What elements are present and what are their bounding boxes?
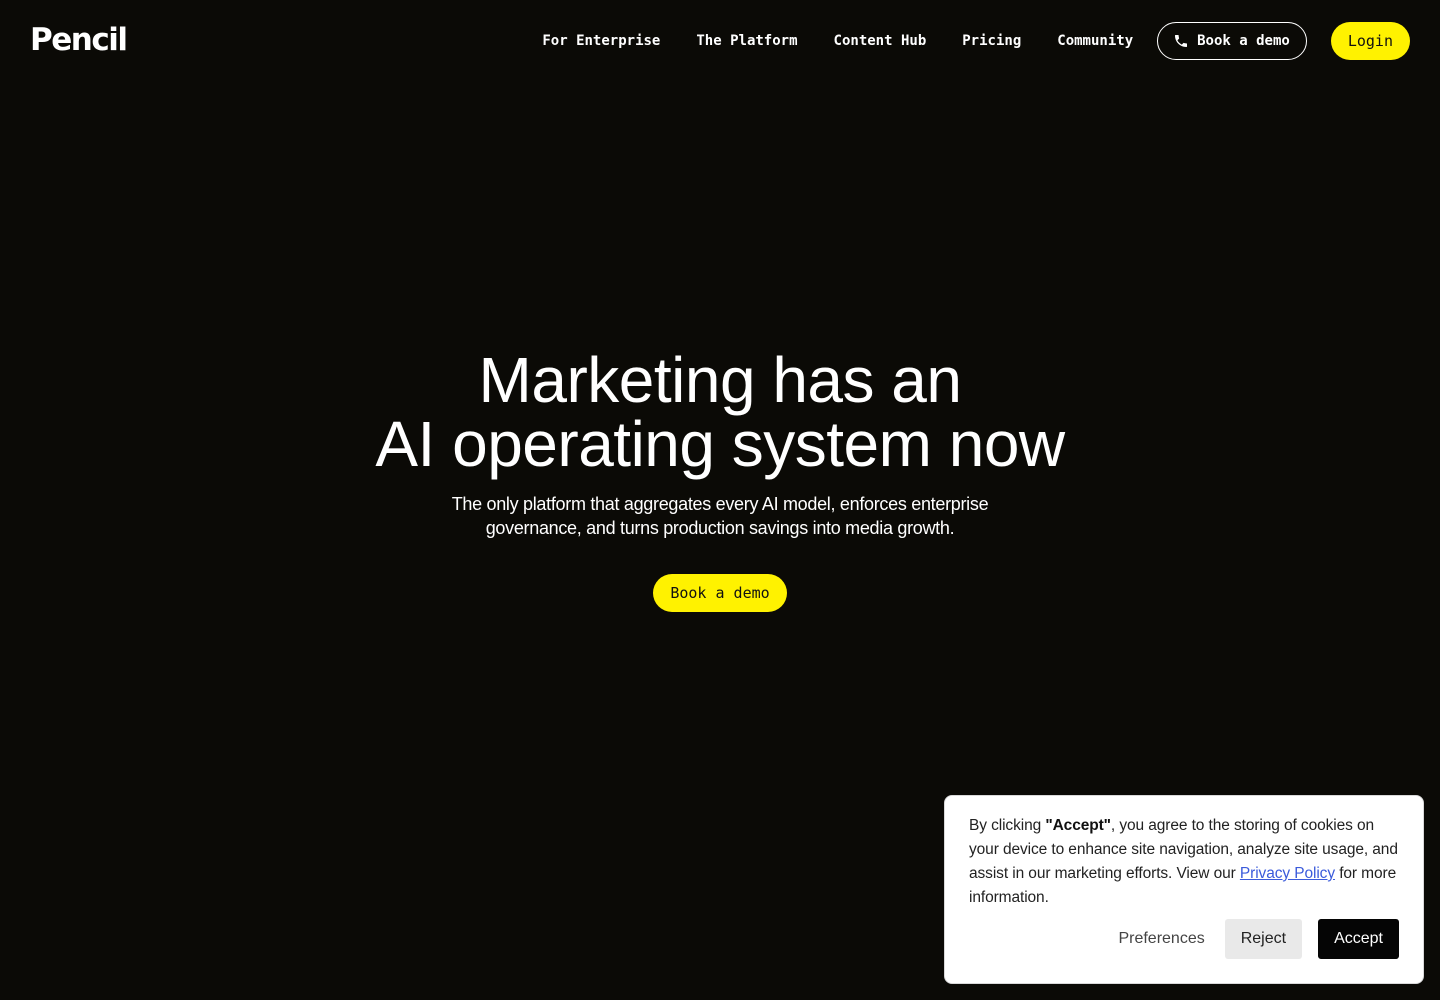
phone-icon [1173,33,1189,49]
nav-for-enterprise[interactable]: For Enterprise [542,33,660,49]
hero-subtitle-line-1: The only platform that aggregates every … [451,494,989,514]
cookie-text-accept-emphasis: "Accept" [1045,817,1111,834]
hero-subtitle-line-2: governance, and turns production savings… [485,518,955,538]
preferences-button[interactable]: Preferences [1118,930,1224,948]
reject-button[interactable]: Reject [1224,919,1303,959]
main-nav: For Enterprise The Platform Content Hub … [542,22,1410,60]
hero-title-line-2: AI operating system now [375,408,1065,480]
nav-pricing[interactable]: Pricing [962,33,1021,49]
nav-the-platform[interactable]: The Platform [696,33,797,49]
hero-title: Marketing has an AI operating system now [0,348,1440,476]
cookie-actions: Preferences Reject Accept [1118,919,1399,959]
hero-title-line-1: Marketing has an [478,344,962,416]
book-demo-hero-button[interactable]: Book a demo [653,574,787,612]
book-demo-header-button[interactable]: Book a demo [1157,22,1307,60]
hero-subtitle: The only platform that aggregates every … [410,492,1030,540]
cookie-text-prefix: By clicking [969,817,1046,834]
page: Pencil For Enterprise The Platform Conte… [0,0,1440,1000]
nav-community[interactable]: Community [1057,33,1133,49]
hero-section: Marketing has an AI operating system now… [0,348,1440,612]
pencil-logo[interactable]: Pencil [30,22,128,58]
cookie-consent-text: By clicking "Accept", you agree to the s… [969,814,1399,910]
privacy-policy-link[interactable]: Privacy Policy [1240,865,1335,882]
nav-content-hub[interactable]: Content Hub [834,33,927,49]
accept-button[interactable]: Accept [1318,919,1399,959]
cookie-consent-banner: By clicking "Accept", you agree to the s… [944,795,1424,984]
book-demo-header-label: Book a demo [1197,33,1290,49]
site-header: Pencil For Enterprise The Platform Conte… [0,0,1440,82]
login-button[interactable]: Login [1330,22,1410,60]
